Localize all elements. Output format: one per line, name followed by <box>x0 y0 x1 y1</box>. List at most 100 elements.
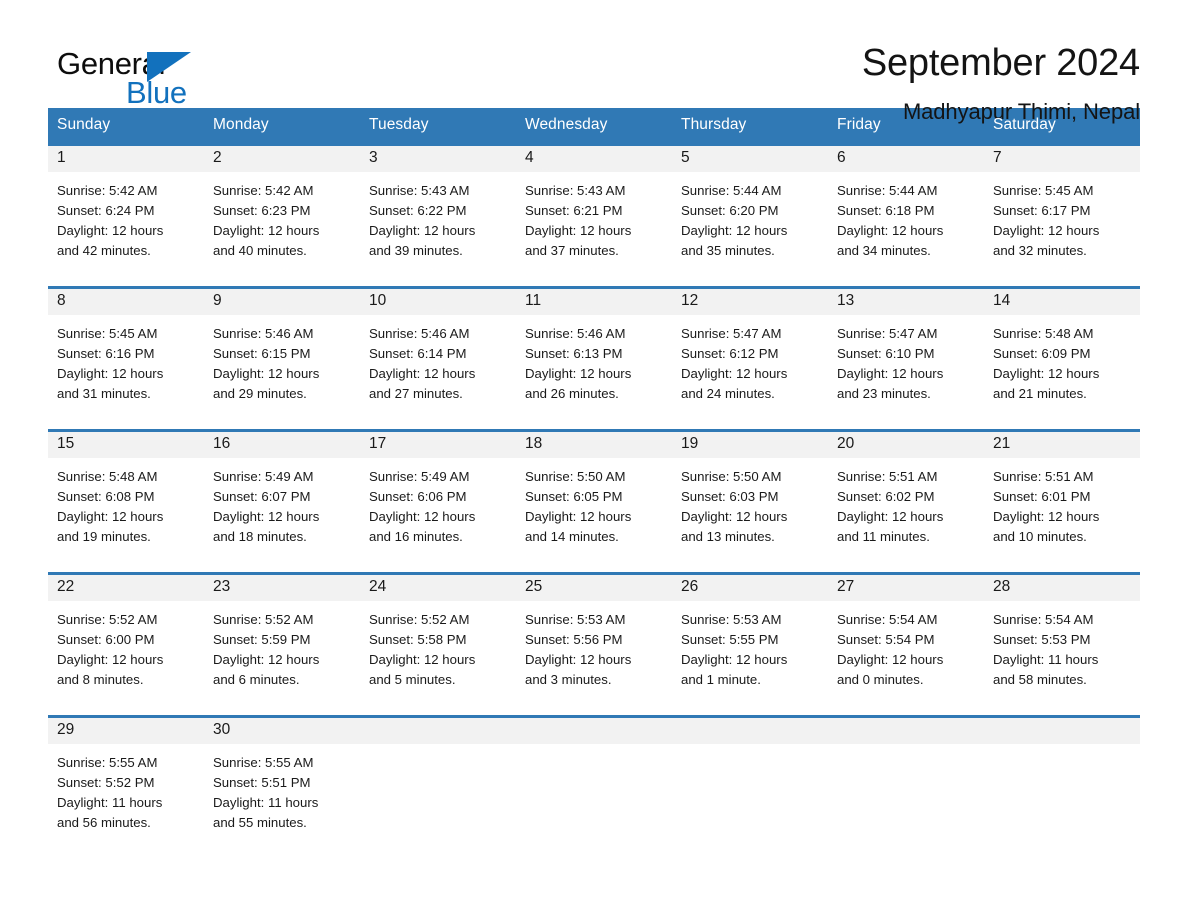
daylight-duration-line1: Daylight: 12 hours <box>681 652 788 667</box>
generalblue-logo[interactable]: General Blue <box>48 44 228 108</box>
day-number: 19 <box>672 432 828 458</box>
calendar-day-cell[interactable]: 25 Sunrise: 5:53 AM Sunset: 5:56 PM Dayligh… <box>516 572 672 709</box>
daylight-duration-line1: Daylight: 12 hours <box>837 652 944 667</box>
day-details: Sunrise: 5:55 AM Sunset: 5:51 PM Daylight:… <box>204 744 360 833</box>
day-details: Sunrise: 5:49 AM Sunset: 6:07 PM Daylight:… <box>204 458 360 547</box>
calendar-day-cell[interactable]: 11 Sunrise: 5:46 AM Sunset: 6:13 PM Dayligh… <box>516 286 672 423</box>
calendar-day-cell[interactable]: 6 Sunrise: 5:44 AM Sunset: 6:18 PM Daylight… <box>828 143 984 280</box>
calendar-body: 1 Sunrise: 5:42 AM Sunset: 6:24 PM Daylight… <box>48 143 1140 852</box>
day-details: Sunrise: 5:45 AM Sunset: 6:17 PM Daylight:… <box>984 172 1140 261</box>
day-number: 20 <box>828 432 984 458</box>
day-number <box>360 718 516 744</box>
calendar-day-cell[interactable]: 9 Sunrise: 5:46 AM Sunset: 6:15 PM Daylight… <box>204 286 360 423</box>
calendar-day-cell[interactable]: 13 Sunrise: 5:47 AM Sunset: 6:10 PM Dayligh… <box>828 286 984 423</box>
day-details: Sunrise: 5:47 AM Sunset: 6:10 PM Daylight:… <box>828 315 984 404</box>
daylight-duration-line2: and 39 minutes. <box>369 243 463 258</box>
daylight-duration-line2: and 27 minutes. <box>369 386 463 401</box>
daylight-duration-line2: and 26 minutes. <box>525 386 619 401</box>
calendar-day-cell[interactable]: 1 Sunrise: 5:42 AM Sunset: 6:24 PM Daylight… <box>48 143 204 280</box>
calendar-day-cell[interactable]: 21 Sunrise: 5:51 AM Sunset: 6:01 PM Dayligh… <box>984 429 1140 566</box>
day-number: 15 <box>48 432 204 458</box>
day-number: 8 <box>48 289 204 315</box>
day-details: Sunrise: 5:52 AM Sunset: 5:58 PM Daylight:… <box>360 601 516 690</box>
sunset-time: Sunset: 5:54 PM <box>837 632 935 647</box>
daylight-duration-line1: Daylight: 12 hours <box>681 509 788 524</box>
daylight-duration-line2: and 8 minutes. <box>57 672 144 687</box>
week-spacer-cell <box>48 565 1140 574</box>
day-details: Sunrise: 5:50 AM Sunset: 6:05 PM Daylight:… <box>516 458 672 547</box>
calendar-day-cell[interactable]: 26 Sunrise: 5:53 AM Sunset: 5:55 PM Dayligh… <box>672 572 828 709</box>
calendar-day-cell[interactable]: 18 Sunrise: 5:50 AM Sunset: 6:05 PM Dayligh… <box>516 429 672 566</box>
sunset-time: Sunset: 6:01 PM <box>993 489 1091 504</box>
calendar-day-cell[interactable]: 23 Sunrise: 5:52 AM Sunset: 5:59 PM Dayligh… <box>204 572 360 709</box>
sunrise-time: Sunrise: 5:48 AM <box>993 326 1094 341</box>
daylight-duration-line1: Daylight: 11 hours <box>213 795 319 810</box>
daylight-duration-line1: Daylight: 12 hours <box>369 509 476 524</box>
sunset-time: Sunset: 5:52 PM <box>57 775 155 790</box>
daylight-duration-line1: Daylight: 12 hours <box>213 509 320 524</box>
calendar-day-cell-empty <box>984 715 1140 852</box>
daylight-duration-line2: and 55 minutes. <box>213 815 307 830</box>
day-number <box>828 718 984 744</box>
daylight-duration-line1: Daylight: 12 hours <box>525 366 632 381</box>
sunset-time: Sunset: 6:06 PM <box>369 489 467 504</box>
day-details: Sunrise: 5:48 AM Sunset: 6:08 PM Daylight:… <box>48 458 204 547</box>
sunrise-time: Sunrise: 5:43 AM <box>369 183 470 198</box>
sunrise-time: Sunrise: 5:52 AM <box>57 612 158 627</box>
daylight-duration-line2: and 58 minutes. <box>993 672 1087 687</box>
calendar-day-cell[interactable]: 20 Sunrise: 5:51 AM Sunset: 6:02 PM Dayligh… <box>828 429 984 566</box>
page-masthead: General Blue September 2024 Madhyapur Th… <box>48 0 1140 124</box>
calendar-day-cell[interactable]: 15 Sunrise: 5:48 AM Sunset: 6:08 PM Dayligh… <box>48 429 204 566</box>
sunset-time: Sunset: 6:20 PM <box>681 203 779 218</box>
day-details: Sunrise: 5:51 AM Sunset: 6:02 PM Daylight:… <box>828 458 984 547</box>
sunrise-time: Sunrise: 5:50 AM <box>525 469 626 484</box>
logo-text-blue: Blue <box>126 75 187 110</box>
daylight-duration-line2: and 5 minutes. <box>369 672 456 687</box>
day-details: Sunrise: 5:43 AM Sunset: 6:22 PM Daylight:… <box>360 172 516 261</box>
sunrise-time: Sunrise: 5:45 AM <box>993 183 1094 198</box>
daylight-duration-line2: and 13 minutes. <box>681 529 775 544</box>
day-details: Sunrise: 5:54 AM Sunset: 5:53 PM Daylight:… <box>984 601 1140 690</box>
sunset-time: Sunset: 6:12 PM <box>681 346 779 361</box>
daylight-duration-line1: Daylight: 12 hours <box>837 223 944 238</box>
daylight-duration-line1: Daylight: 12 hours <box>213 366 320 381</box>
calendar-day-cell[interactable]: 24 Sunrise: 5:52 AM Sunset: 5:58 PM Dayligh… <box>360 572 516 709</box>
calendar-day-cell[interactable]: 14 Sunrise: 5:48 AM Sunset: 6:09 PM Dayligh… <box>984 286 1140 423</box>
calendar-day-cell[interactable]: 17 Sunrise: 5:49 AM Sunset: 6:06 PM Dayligh… <box>360 429 516 566</box>
daylight-duration-line2: and 0 minutes. <box>837 672 924 687</box>
calendar-day-cell[interactable]: 3 Sunrise: 5:43 AM Sunset: 6:22 PM Daylight… <box>360 143 516 280</box>
calendar-day-cell[interactable]: 4 Sunrise: 5:43 AM Sunset: 6:21 PM Daylight… <box>516 143 672 280</box>
calendar-day-cell[interactable]: 19 Sunrise: 5:50 AM Sunset: 6:03 PM Dayligh… <box>672 429 828 566</box>
day-number: 7 <box>984 146 1140 172</box>
calendar-day-cell[interactable]: 10 Sunrise: 5:46 AM Sunset: 6:14 PM Dayligh… <box>360 286 516 423</box>
daylight-duration-line1: Daylight: 12 hours <box>213 223 320 238</box>
week-spacer-cell <box>48 422 1140 431</box>
daylight-duration-line1: Daylight: 12 hours <box>57 509 164 524</box>
calendar-day-cell[interactable]: 7 Sunrise: 5:45 AM Sunset: 6:17 PM Daylight… <box>984 143 1140 280</box>
calendar-day-cell[interactable]: 8 Sunrise: 5:45 AM Sunset: 6:16 PM Daylight… <box>48 286 204 423</box>
calendar-day-cell[interactable]: 29 Sunrise: 5:55 AM Sunset: 5:52 PM Dayligh… <box>48 715 204 852</box>
calendar-day-cell[interactable]: 5 Sunrise: 5:44 AM Sunset: 6:20 PM Daylight… <box>672 143 828 280</box>
daylight-duration-line1: Daylight: 12 hours <box>837 509 944 524</box>
calendar-day-cell[interactable]: 16 Sunrise: 5:49 AM Sunset: 6:07 PM Dayligh… <box>204 429 360 566</box>
daylight-duration-line2: and 31 minutes. <box>57 386 151 401</box>
day-number <box>516 718 672 744</box>
day-details: Sunrise: 5:42 AM Sunset: 6:24 PM Daylight:… <box>48 172 204 261</box>
calendar-day-cell[interactable]: 27 Sunrise: 5:54 AM Sunset: 5:54 PM Dayligh… <box>828 572 984 709</box>
calendar-day-cell[interactable]: 2 Sunrise: 5:42 AM Sunset: 6:23 PM Daylight… <box>204 143 360 280</box>
sunrise-time: Sunrise: 5:53 AM <box>525 612 626 627</box>
week-spacer-cell <box>48 279 1140 288</box>
calendar-day-cell-empty <box>516 715 672 852</box>
sunset-time: Sunset: 5:58 PM <box>369 632 467 647</box>
calendar-day-cell[interactable]: 12 Sunrise: 5:47 AM Sunset: 6:12 PM Dayligh… <box>672 286 828 423</box>
day-details: Sunrise: 5:54 AM Sunset: 5:54 PM Daylight:… <box>828 601 984 690</box>
day-number: 10 <box>360 289 516 315</box>
day-number: 21 <box>984 432 1140 458</box>
calendar-day-cell[interactable]: 30 Sunrise: 5:55 AM Sunset: 5:51 PM Dayligh… <box>204 715 360 852</box>
day-details: Sunrise: 5:42 AM Sunset: 6:23 PM Daylight:… <box>204 172 360 261</box>
day-number: 12 <box>672 289 828 315</box>
calendar-day-cell[interactable]: 22 Sunrise: 5:52 AM Sunset: 6:00 PM Dayligh… <box>48 572 204 709</box>
daylight-duration-line1: Daylight: 12 hours <box>57 223 164 238</box>
calendar-day-cell[interactable]: 28 Sunrise: 5:54 AM Sunset: 5:53 PM Dayligh… <box>984 572 1140 709</box>
daylight-duration-line2: and 32 minutes. <box>993 243 1087 258</box>
